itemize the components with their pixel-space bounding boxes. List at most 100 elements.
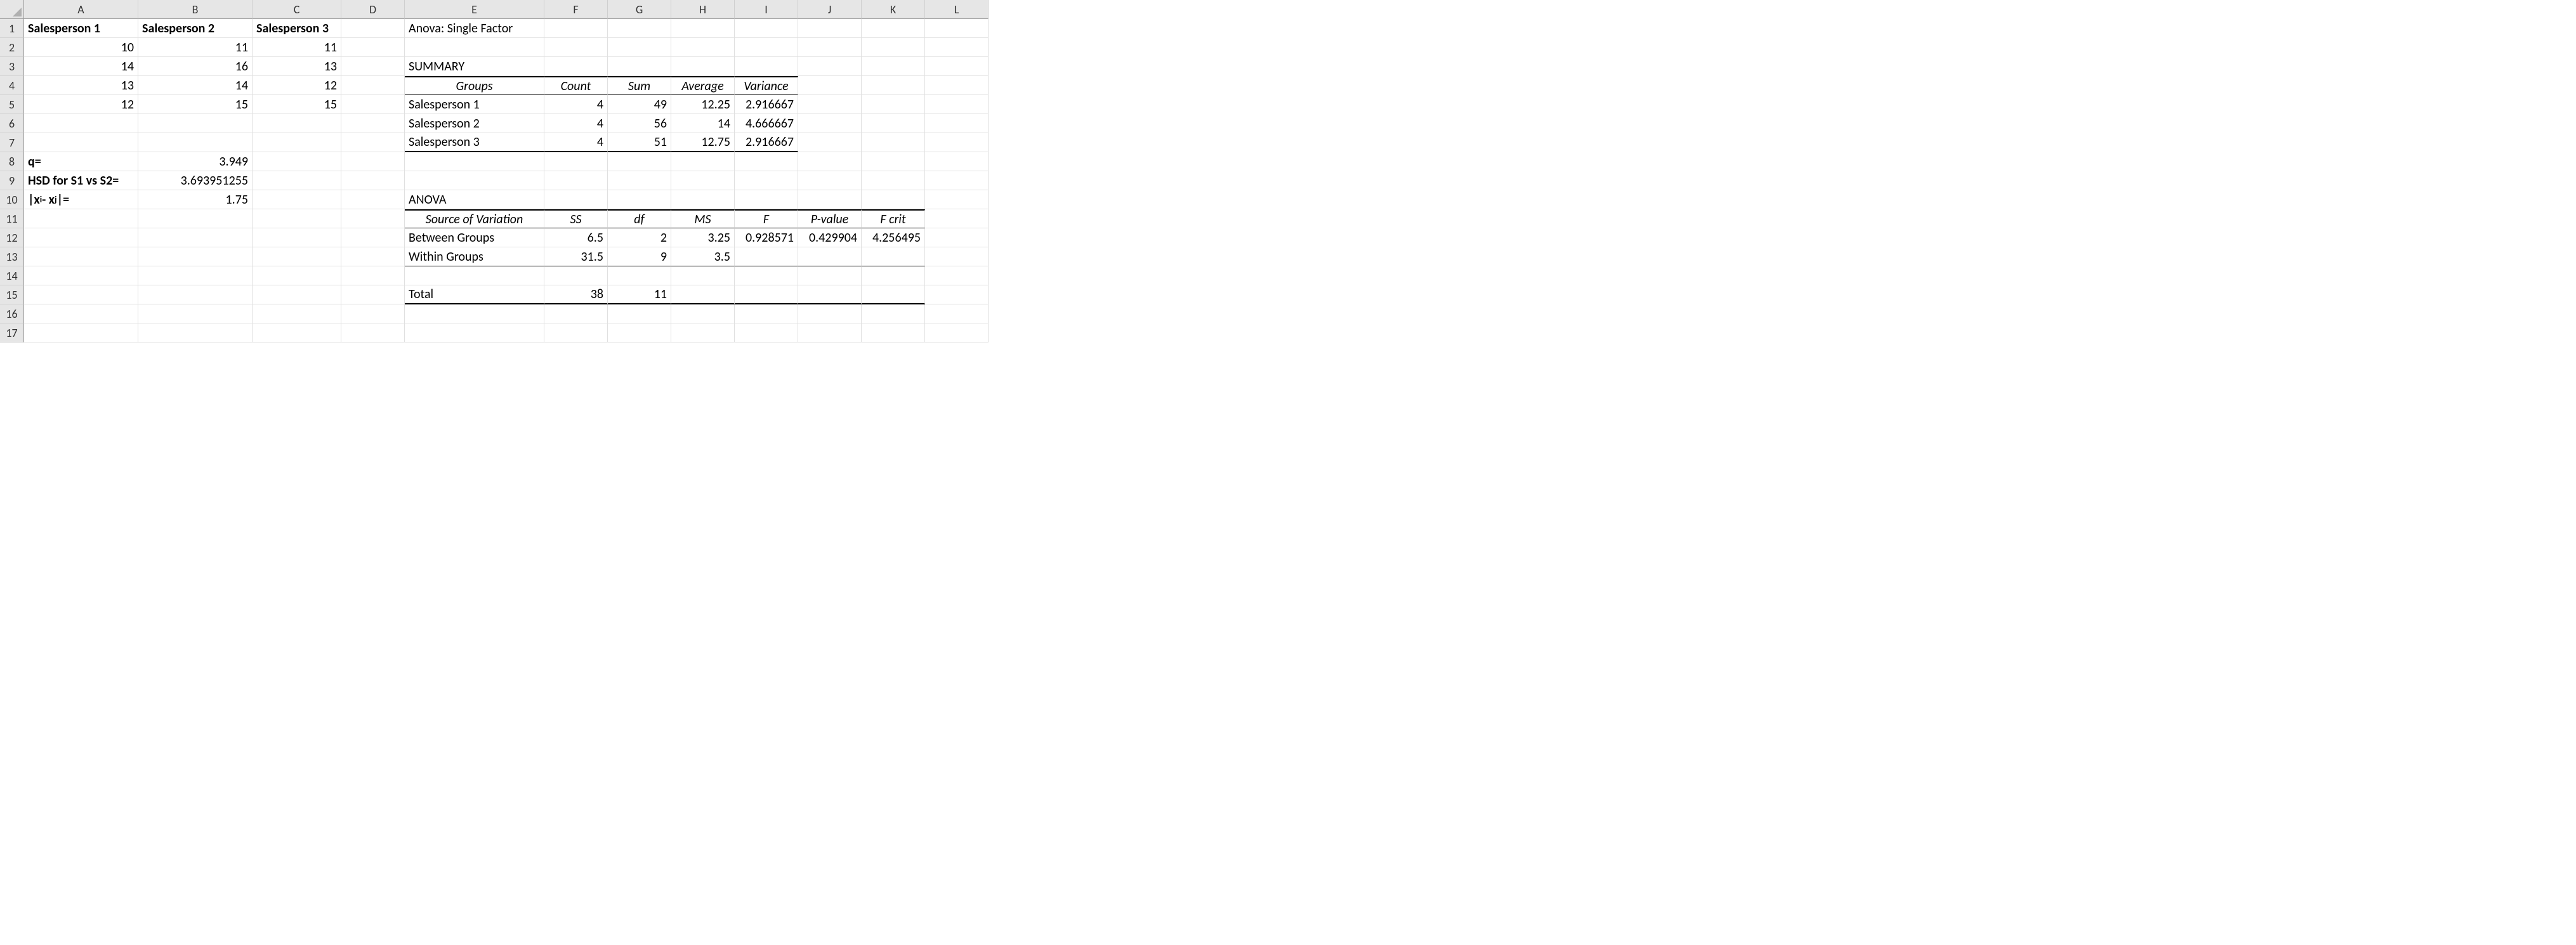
cell-K7[interactable] <box>862 133 925 152</box>
cell-F1[interactable] <box>544 19 608 38</box>
column-header-B[interactable]: B <box>138 0 253 19</box>
cell-H11[interactable]: MS <box>671 209 735 228</box>
cell-G4[interactable]: Sum <box>608 76 671 95</box>
cell-H1[interactable] <box>671 19 735 38</box>
cell-H17[interactable] <box>671 323 735 342</box>
cell-I16[interactable] <box>735 304 798 323</box>
cell-E5[interactable]: Salesperson 1 <box>405 95 544 114</box>
cell-I10[interactable] <box>735 190 798 209</box>
cell-E17[interactable] <box>405 323 544 342</box>
cell-B13[interactable] <box>138 247 253 266</box>
cell-E1[interactable]: Anova: Single Factor <box>405 19 544 38</box>
row-header-9[interactable]: 9 <box>0 171 24 190</box>
cell-J14[interactable] <box>798 266 862 285</box>
cell-D1[interactable] <box>341 19 405 38</box>
cell-I13[interactable] <box>735 247 798 266</box>
cell-B15[interactable] <box>138 285 253 304</box>
cell-C15[interactable] <box>253 285 341 304</box>
cell-L5[interactable] <box>925 95 989 114</box>
cell-C2[interactable]: 11 <box>253 38 341 57</box>
cell-I4[interactable]: Variance <box>735 76 798 95</box>
cell-G1[interactable] <box>608 19 671 38</box>
row-header-5[interactable]: 5 <box>0 95 24 114</box>
cell-C5[interactable]: 15 <box>253 95 341 114</box>
row-header-2[interactable]: 2 <box>0 38 24 57</box>
cell-C12[interactable] <box>253 228 341 247</box>
cell-D10[interactable] <box>341 190 405 209</box>
cell-F10[interactable] <box>544 190 608 209</box>
cell-H9[interactable] <box>671 171 735 190</box>
cell-B1[interactable]: Salesperson 2 <box>138 19 253 38</box>
cell-D16[interactable] <box>341 304 405 323</box>
column-header-J[interactable]: J <box>798 0 862 19</box>
cell-A17[interactable] <box>24 323 138 342</box>
cell-C16[interactable] <box>253 304 341 323</box>
cell-L16[interactable] <box>925 304 989 323</box>
cell-J7[interactable] <box>798 133 862 152</box>
cell-E8[interactable] <box>405 152 544 171</box>
row-header-17[interactable]: 17 <box>0 323 24 342</box>
row-header-3[interactable]: 3 <box>0 57 24 76</box>
cell-H6[interactable]: 14 <box>671 114 735 133</box>
cell-C17[interactable] <box>253 323 341 342</box>
cell-I2[interactable] <box>735 38 798 57</box>
cell-G12[interactable]: 2 <box>608 228 671 247</box>
cell-D17[interactable] <box>341 323 405 342</box>
cell-I14[interactable] <box>735 266 798 285</box>
cell-B3[interactable]: 16 <box>138 57 253 76</box>
cell-E9[interactable] <box>405 171 544 190</box>
cell-C14[interactable] <box>253 266 341 285</box>
cell-B7[interactable] <box>138 133 253 152</box>
row-header-15[interactable]: 15 <box>0 285 24 304</box>
cell-A1[interactable]: Salesperson 1 <box>24 19 138 38</box>
cell-C3[interactable]: 13 <box>253 57 341 76</box>
cell-F3[interactable] <box>544 57 608 76</box>
cell-L10[interactable] <box>925 190 989 209</box>
cell-J15[interactable] <box>798 285 862 304</box>
cell-B12[interactable] <box>138 228 253 247</box>
row-header-8[interactable]: 8 <box>0 152 24 171</box>
cell-A4[interactable]: 13 <box>24 76 138 95</box>
cell-H15[interactable] <box>671 285 735 304</box>
row-header-4[interactable]: 4 <box>0 76 24 95</box>
cell-B11[interactable] <box>138 209 253 228</box>
cell-J8[interactable] <box>798 152 862 171</box>
cell-H14[interactable] <box>671 266 735 285</box>
row-header-10[interactable]: 10 <box>0 190 24 209</box>
cell-E2[interactable] <box>405 38 544 57</box>
cell-K8[interactable] <box>862 152 925 171</box>
cell-C11[interactable] <box>253 209 341 228</box>
cell-A7[interactable] <box>24 133 138 152</box>
cell-H5[interactable]: 12.25 <box>671 95 735 114</box>
cell-I12[interactable]: 0.928571 <box>735 228 798 247</box>
cell-J5[interactable] <box>798 95 862 114</box>
cell-A5[interactable]: 12 <box>24 95 138 114</box>
cell-L6[interactable] <box>925 114 989 133</box>
cell-K13[interactable] <box>862 247 925 266</box>
cell-B14[interactable] <box>138 266 253 285</box>
cell-C6[interactable] <box>253 114 341 133</box>
cell-L1[interactable] <box>925 19 989 38</box>
cell-F13[interactable]: 31.5 <box>544 247 608 266</box>
cell-D9[interactable] <box>341 171 405 190</box>
cell-K12[interactable]: 4.256495 <box>862 228 925 247</box>
cell-J6[interactable] <box>798 114 862 133</box>
cell-K14[interactable] <box>862 266 925 285</box>
cell-I8[interactable] <box>735 152 798 171</box>
cell-L4[interactable] <box>925 76 989 95</box>
cell-C13[interactable] <box>253 247 341 266</box>
cell-I6[interactable]: 4.666667 <box>735 114 798 133</box>
cell-A2[interactable]: 10 <box>24 38 138 57</box>
cell-G11[interactable]: df <box>608 209 671 228</box>
cell-L12[interactable] <box>925 228 989 247</box>
cell-G6[interactable]: 56 <box>608 114 671 133</box>
cell-A11[interactable] <box>24 209 138 228</box>
cell-J9[interactable] <box>798 171 862 190</box>
cell-L11[interactable] <box>925 209 989 228</box>
cell-D6[interactable] <box>341 114 405 133</box>
cell-A6[interactable] <box>24 114 138 133</box>
column-header-C[interactable]: C <box>253 0 341 19</box>
row-header-11[interactable]: 11 <box>0 209 24 228</box>
cell-A13[interactable] <box>24 247 138 266</box>
cell-H4[interactable]: Average <box>671 76 735 95</box>
